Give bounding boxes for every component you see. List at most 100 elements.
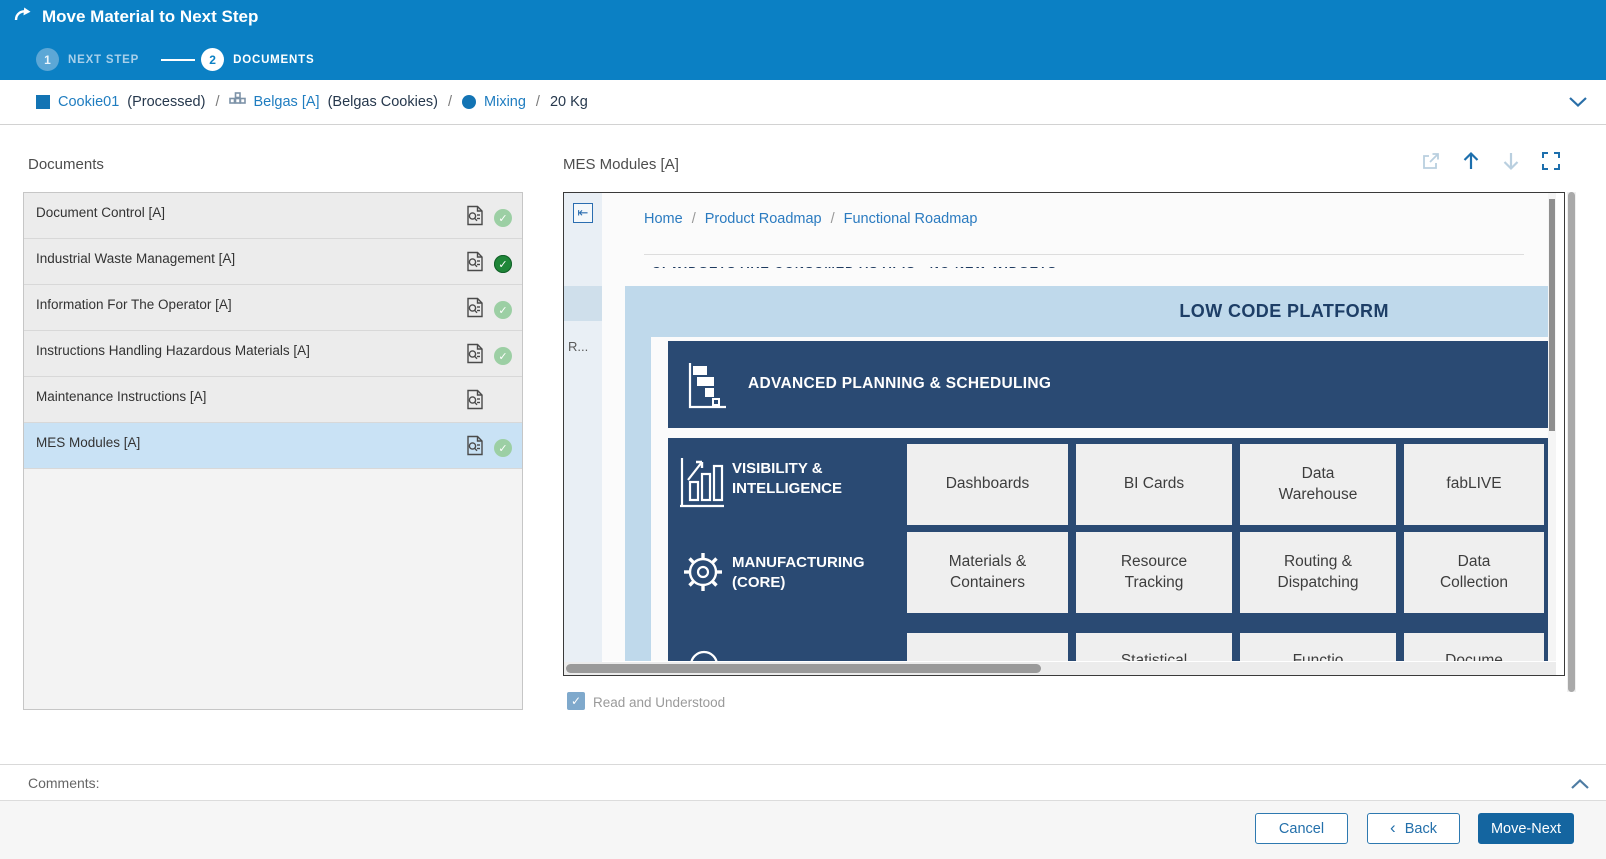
- document-label: Industrial Waste Management [A]: [36, 251, 235, 266]
- third-row-label-cell: [668, 619, 905, 661]
- open-external-icon[interactable]: [1420, 150, 1442, 172]
- read-status-check-icon: ✓: [494, 209, 512, 227]
- module-cell-partial: [907, 633, 1068, 661]
- sidebar-truncated-label[interactable]: R...: [568, 339, 588, 354]
- breadcrumb-separator: /: [215, 94, 219, 110]
- document-row[interactable]: Document Control [A] ✓: [24, 193, 522, 239]
- page-vertical-scrollbar-thumb[interactable]: [1549, 199, 1555, 431]
- document-preview-icon[interactable]: [465, 435, 485, 461]
- module-cell: BI Cards: [1076, 444, 1232, 525]
- step-2-circle[interactable]: 2: [201, 48, 224, 71]
- module-cell-partial: Docume: [1404, 633, 1544, 661]
- panel-vertical-scrollbar-thumb[interactable]: [1568, 192, 1575, 692]
- sidebar-section-block[interactable]: [564, 286, 602, 321]
- gear-icon: [678, 547, 728, 602]
- viewer-horizontal-scrollbar[interactable]: [564, 662, 1556, 675]
- material-square-icon: [36, 95, 50, 109]
- document-label: Document Control [A]: [36, 205, 165, 220]
- product-grid-icon: [229, 92, 246, 113]
- product-description: (Belgas Cookies): [328, 94, 438, 110]
- comments-label: Comments:: [28, 775, 100, 791]
- read-status-check-icon: ✓: [494, 301, 512, 319]
- documents-panel-title: Documents: [28, 156, 104, 173]
- doc-breadcrumb-home-link[interactable]: Home: [644, 211, 683, 227]
- circle-icon-partial: [684, 643, 724, 661]
- next-document-arrow-down-icon[interactable]: [1500, 150, 1522, 172]
- read-understood-checkbox[interactable]: ✓: [567, 692, 585, 710]
- document-label: Maintenance Instructions [A]: [36, 389, 206, 404]
- chevron-left-icon: ‹: [1390, 818, 1396, 838]
- viewer-title: MES Modules [A]: [563, 156, 679, 173]
- read-status-check-icon: ✓: [494, 255, 512, 273]
- document-row[interactable]: Instructions Handling Hazardous Material…: [24, 331, 522, 377]
- step-1-label[interactable]: NEXT STEP: [68, 54, 139, 66]
- documents-list: Document Control [A] ✓ Industrial Waste …: [23, 192, 523, 710]
- stepper-connector: [161, 59, 195, 61]
- breadcrumb-separator: /: [536, 94, 540, 110]
- step-2-label[interactable]: DOCUMENTS: [233, 54, 314, 66]
- document-preview-icon[interactable]: [465, 389, 485, 415]
- move-material-dialog: Move Material to Next Step 1 NEXT STEP 2…: [0, 0, 1606, 859]
- module-cell: Data Warehouse: [1240, 444, 1396, 525]
- doc-breadcrumb-functional-roadmap-link[interactable]: Functional Roadmap: [844, 211, 978, 227]
- document-row[interactable]: Information For The Operator [A] ✓: [24, 285, 522, 331]
- read-status-check-icon: ✓: [494, 347, 512, 365]
- module-cell: Resource Tracking: [1076, 532, 1232, 613]
- collapse-sidebar-icon[interactable]: ⇤: [573, 203, 593, 223]
- dialog-header: Move Material to Next Step 1 NEXT STEP 2…: [0, 0, 1606, 80]
- document-viewer: ⇤ R... Home / Product Roadmap / Function…: [563, 192, 1565, 676]
- document-label: Instructions Handling Hazardous Material…: [36, 343, 310, 358]
- document-row[interactable]: Industrial Waste Management [A] ✓: [24, 239, 522, 285]
- advanced-planning-label: ADVANCED PLANNING & SCHEDULING: [748, 375, 1051, 393]
- breadcrumb-separator: /: [448, 94, 452, 110]
- read-status-check-icon: ✓: [494, 439, 512, 457]
- chevron-up-icon[interactable]: [1570, 777, 1590, 795]
- wizard-stepper: 1 NEXT STEP 2 DOCUMENTS: [36, 48, 314, 71]
- breadcrumb-material-link[interactable]: Cookie01: [58, 94, 119, 110]
- doc-breadcrumb-product-roadmap-link[interactable]: Product Roadmap: [705, 211, 822, 227]
- footer-bar: [0, 801, 1606, 859]
- material-state: (Processed): [127, 94, 205, 110]
- module-cell: Data Collection: [1404, 532, 1544, 613]
- step-1-circle[interactable]: 1: [36, 48, 59, 71]
- breadcrumb-product-link[interactable]: Belgas [A]: [253, 94, 319, 110]
- document-breadcrumb: Home / Product Roadmap / Functional Road…: [644, 211, 977, 227]
- module-cell-partial: Functio: [1240, 633, 1396, 661]
- platform-band-left-edge: [625, 337, 651, 661]
- breadcrumb: Cookie01 (Processed) / Belgas [A] (Belga…: [36, 80, 588, 124]
- fullscreen-icon[interactable]: [1540, 150, 1562, 172]
- previous-document-arrow-up-icon[interactable]: [1460, 150, 1482, 172]
- doc-breadcrumb-separator: /: [831, 211, 835, 227]
- document-row[interactable]: Maintenance Instructions [A]: [24, 377, 522, 423]
- module-cell: fabLIVE: [1404, 444, 1544, 525]
- visibility-intelligence-label-cell: VISIBILITY & INTELLIGENCE: [668, 438, 905, 525]
- viewer-toolbar: [1420, 150, 1562, 172]
- move-next-arrow-icon: [14, 7, 33, 27]
- chevron-down-icon[interactable]: [1568, 95, 1588, 113]
- cancel-button[interactable]: Cancel: [1255, 813, 1348, 844]
- low-code-platform-label: LOW CODE PLATFORM: [1179, 301, 1388, 322]
- clipped-heading: UI WIDGETS ARE CONSUMED AS APIS - NO NEW…: [652, 267, 1172, 274]
- document-divider: [644, 254, 1524, 255]
- module-cell: Routing & Dispatching: [1240, 532, 1396, 613]
- viewer-horizontal-scrollbar-thumb[interactable]: [566, 664, 1041, 673]
- document-label: MES Modules [A]: [36, 435, 140, 450]
- document-preview-icon[interactable]: [465, 343, 485, 369]
- document-preview-icon[interactable]: [465, 297, 485, 323]
- breadcrumb-step-link[interactable]: Mixing: [484, 94, 526, 110]
- document-label: Information For The Operator [A]: [36, 297, 232, 312]
- page-vertical-scrollbar[interactable]: [1548, 193, 1556, 661]
- comments-divider: [0, 764, 1606, 765]
- move-next-button[interactable]: Move-Next: [1478, 813, 1574, 844]
- document-row-selected[interactable]: MES Modules [A] ✓: [24, 423, 522, 469]
- module-cell-partial: Statistical: [1076, 633, 1232, 661]
- gantt-chart-icon: [686, 361, 730, 414]
- panel-vertical-scrollbar[interactable]: [1567, 192, 1576, 692]
- back-button[interactable]: ‹ Back: [1367, 813, 1460, 844]
- module-cell: Materials & Containers: [907, 532, 1068, 613]
- document-preview-icon[interactable]: [465, 205, 485, 231]
- document-preview-icon[interactable]: [465, 251, 485, 277]
- bar-chart-icon: [678, 456, 726, 513]
- low-code-platform-band: LOW CODE PLATFORM: [625, 286, 1556, 337]
- embedded-document-page: Home / Product Roadmap / Functional Road…: [602, 193, 1556, 661]
